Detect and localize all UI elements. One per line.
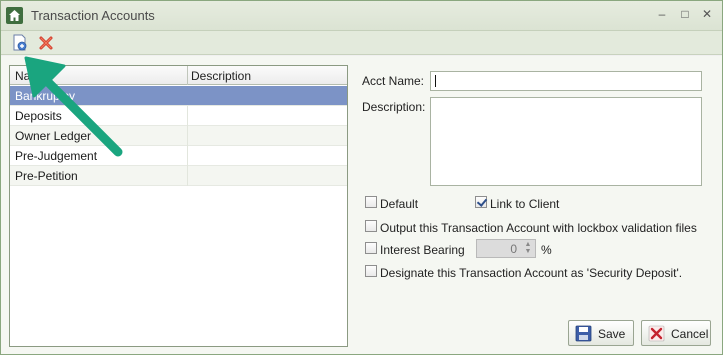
- floppy-disk-icon: [575, 325, 592, 342]
- cell-name: Pre-Petition: [15, 169, 78, 183]
- acct-name-input[interactable]: [430, 71, 702, 91]
- description-input[interactable]: [430, 97, 702, 186]
- interest-bearing-checkbox[interactable]: [365, 242, 377, 254]
- column-header-description[interactable]: Description: [191, 69, 251, 83]
- cell-name: Deposits: [15, 109, 62, 123]
- add-account-button[interactable]: [11, 34, 29, 52]
- cell-divider: [187, 146, 188, 166]
- content-area: Name Description Bankruptcy Deposits Own…: [1, 56, 722, 354]
- interest-rate-spinner[interactable]: 0 ▲ ▼: [476, 239, 536, 258]
- table-row[interactable]: Deposits: [10, 106, 347, 126]
- link-to-client-checkbox[interactable]: [475, 196, 487, 208]
- cancel-label: Cancel: [671, 327, 709, 341]
- accounts-grid[interactable]: Name Description Bankruptcy Deposits Own…: [9, 65, 348, 347]
- table-row[interactable]: Bankruptcy: [10, 86, 347, 106]
- minimize-button[interactable]: –: [655, 7, 669, 21]
- grid-header: Name Description: [10, 66, 347, 85]
- cell-divider: [187, 166, 188, 186]
- table-row[interactable]: Pre-Judgement: [10, 146, 347, 166]
- transaction-accounts-window: Transaction Accounts – □ ✕ Name Descript…: [0, 0, 723, 355]
- interest-rate-value: 0: [510, 242, 517, 256]
- cancel-button[interactable]: Cancel: [641, 320, 711, 346]
- window-title: Transaction Accounts: [31, 8, 155, 23]
- cell-divider: [187, 126, 188, 146]
- security-deposit-checkbox[interactable]: [365, 265, 377, 277]
- cell-name: Owner Ledger: [15, 129, 92, 143]
- column-divider[interactable]: [187, 66, 188, 85]
- table-row[interactable]: Owner Ledger: [10, 126, 347, 146]
- interest-bearing-label[interactable]: Interest Bearing: [380, 243, 465, 257]
- cell-name: Pre-Judgement: [15, 149, 98, 163]
- text-caret: [435, 75, 436, 87]
- close-button[interactable]: ✕: [700, 7, 714, 21]
- lockbox-label[interactable]: Output this Transaction Account with loc…: [380, 221, 697, 235]
- description-label: Description:: [362, 100, 426, 114]
- lockbox-checkbox[interactable]: [365, 220, 377, 232]
- column-header-name[interactable]: Name: [15, 69, 47, 83]
- maximize-button[interactable]: □: [678, 7, 692, 21]
- title-bar[interactable]: Transaction Accounts – □ ✕: [1, 1, 722, 31]
- save-label: Save: [598, 327, 626, 341]
- new-document-icon: [13, 34, 27, 51]
- cell-description: [188, 86, 347, 105]
- home-icon: [6, 7, 23, 24]
- delete-x-icon: [39, 36, 53, 50]
- security-deposit-label[interactable]: Designate this Transaction Account as 'S…: [380, 266, 682, 280]
- acct-name-label: Acct Name:: [362, 74, 425, 88]
- default-checkbox[interactable]: [365, 196, 377, 208]
- toolbar: [1, 31, 722, 55]
- spin-arrows-icon[interactable]: ▲ ▼: [523, 241, 533, 256]
- save-button[interactable]: Save: [568, 320, 634, 346]
- interest-unit: %: [541, 243, 552, 257]
- default-label[interactable]: Default: [380, 197, 418, 211]
- cancel-x-icon: [648, 325, 665, 342]
- cell-name: Bankruptcy: [15, 89, 76, 103]
- link-to-client-label[interactable]: Link to Client: [490, 197, 559, 211]
- table-row[interactable]: Pre-Petition: [10, 166, 347, 186]
- cell-divider: [187, 106, 188, 126]
- delete-account-button[interactable]: [37, 34, 55, 52]
